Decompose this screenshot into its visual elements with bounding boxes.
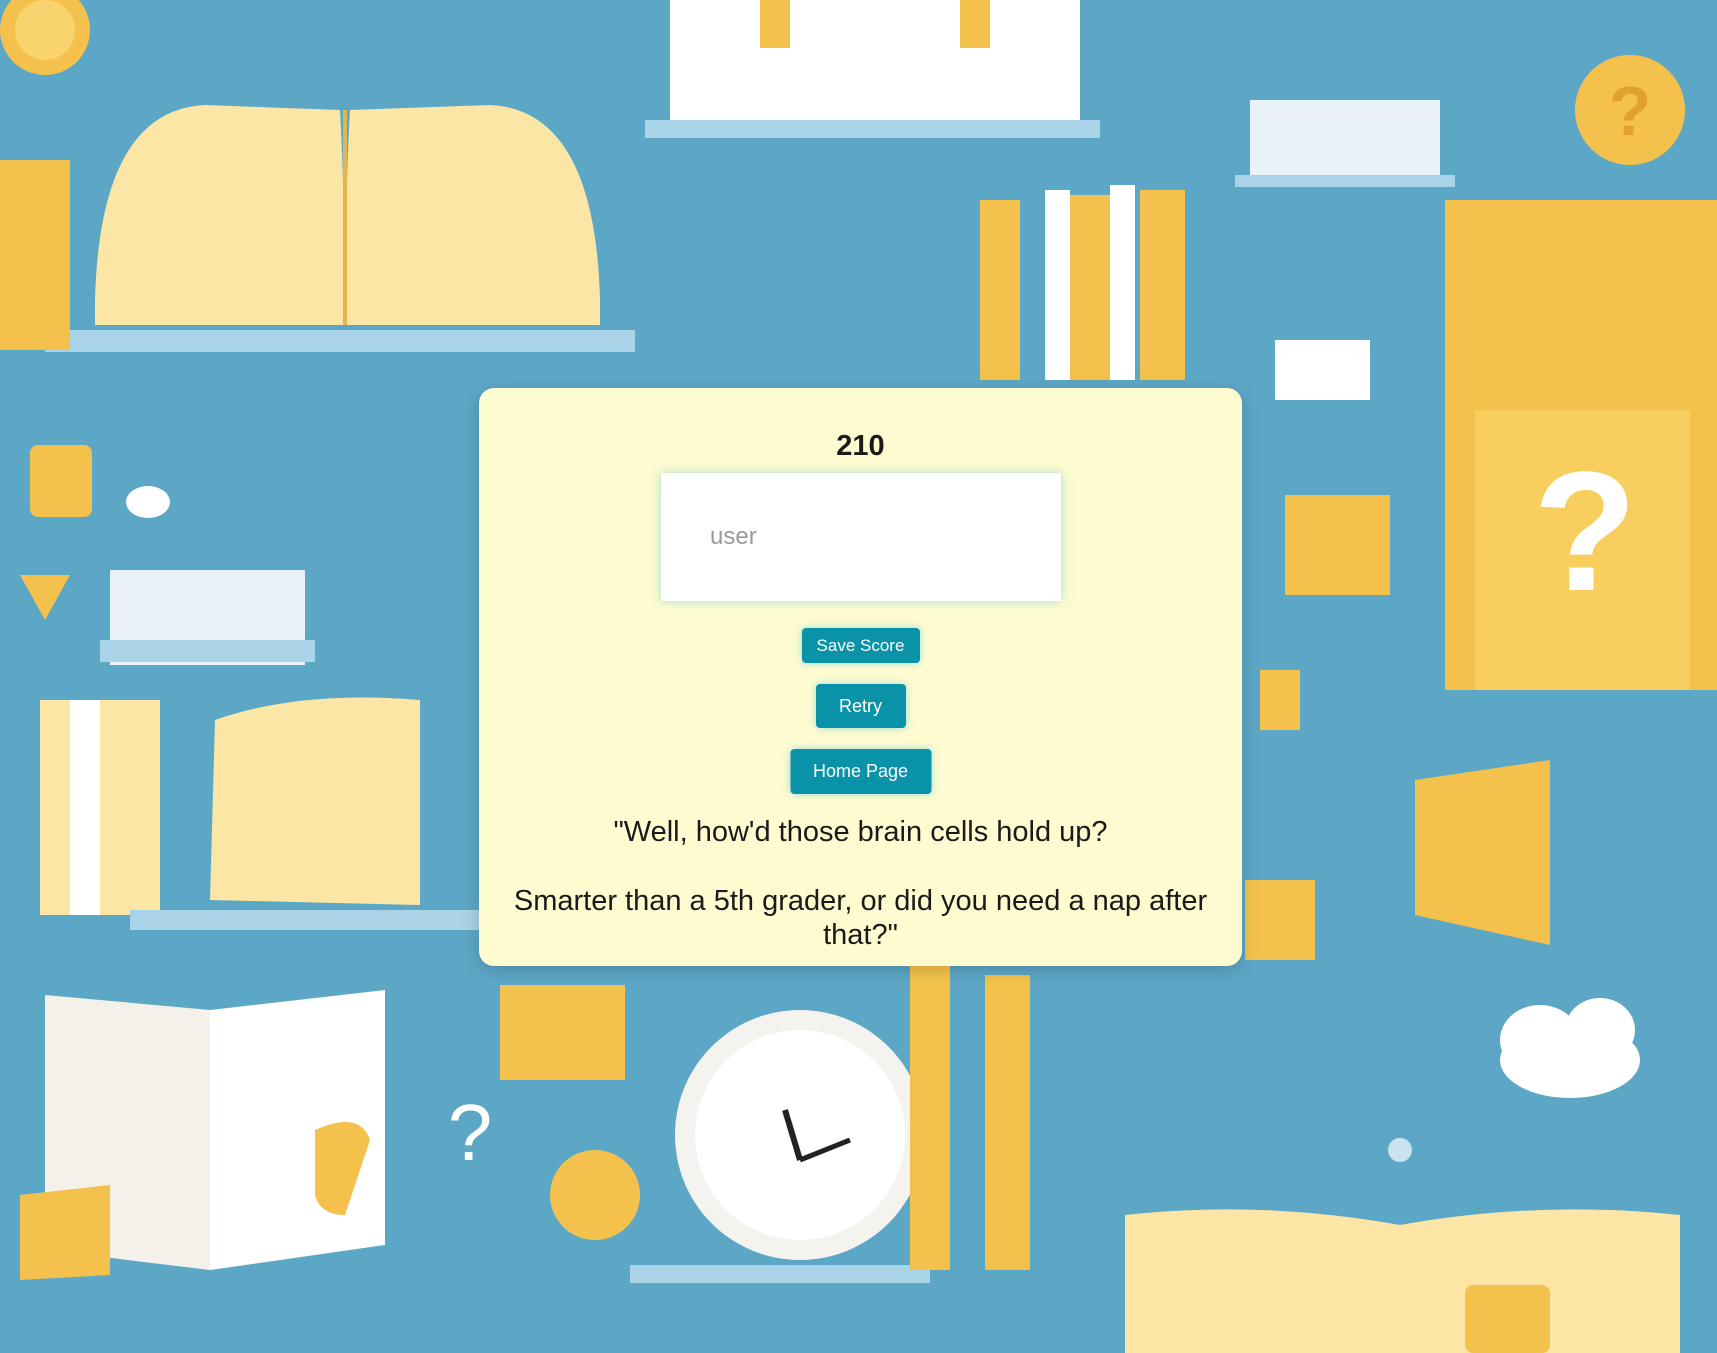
open-book-bottom-illustration (20, 990, 385, 1280)
question-book-illustration: ? (1445, 200, 1717, 690)
username-input[interactable] (661, 473, 1061, 601)
result-message-line-2: Smarter than a 5th grader, or did you ne… (513, 885, 1208, 951)
score-value: 210 (836, 430, 885, 462)
score-dialog: 210 Save Score Retry Home Page "Well, ho… (479, 388, 1242, 966)
home-page-button[interactable]: Home Page (790, 749, 931, 794)
question-coin-illustration: ? (1575, 55, 1685, 165)
svg-text:?: ? (1533, 437, 1637, 627)
svg-text:?: ? (448, 1088, 493, 1177)
books-illustration (645, 0, 1100, 138)
svg-text:?: ? (1609, 72, 1652, 150)
retry-button[interactable]: Retry (815, 684, 906, 728)
result-message: "Well, how'd those brain cells hold up? … (497, 815, 1224, 952)
result-message-line-1: "Well, how'd those brain cells hold up? (613, 816, 1108, 848)
save-score-button[interactable]: Save Score (801, 628, 920, 663)
